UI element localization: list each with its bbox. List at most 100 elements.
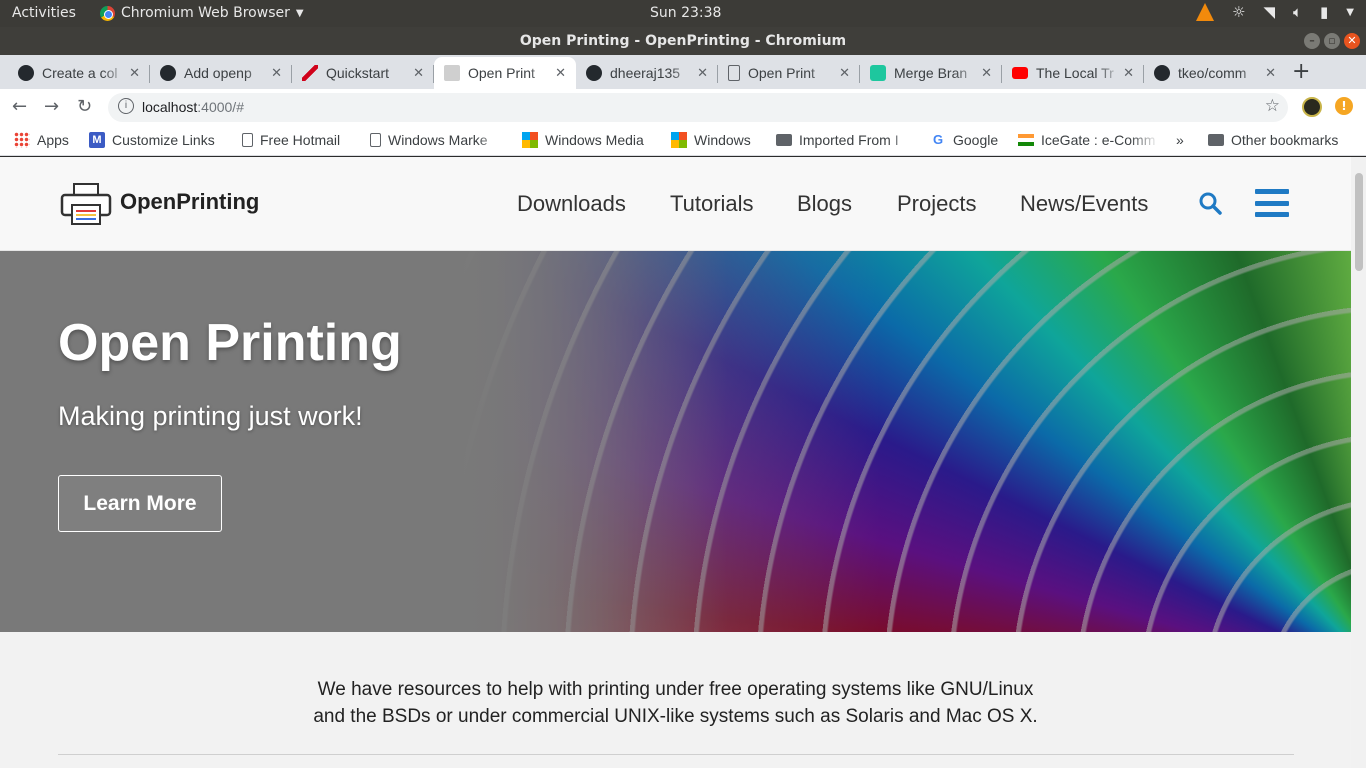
address-bar[interactable]: i localhost:4000/# ☆	[108, 93, 1288, 122]
b-icon	[870, 65, 886, 81]
minimize-button[interactable]: –	[1304, 33, 1320, 49]
vlc-icon[interactable]	[1196, 3, 1215, 21]
bookmark-star-icon[interactable]: ☆	[1265, 96, 1280, 116]
tab-dheeraj135[interactable]: dheeraj135 ✕	[576, 57, 718, 89]
url-text[interactable]: localhost:4000/#	[142, 99, 244, 115]
tab-strip: Create a col ✕ Add openp ✕ Quickstart ✕ …	[0, 55, 1366, 89]
folder-icon	[1208, 134, 1224, 146]
app-menu[interactable]: Chromium Web Browser ▼	[100, 5, 304, 21]
tab-label: dheeraj135	[610, 65, 681, 81]
tab-open-printing-active[interactable]: Open Print ✕	[434, 57, 576, 89]
site-navbar: OpenPrinting Downloads Tutorials Blogs P…	[0, 157, 1351, 251]
new-tab-button[interactable]: +	[1292, 59, 1310, 84]
nav-tutorials[interactable]: Tutorials	[670, 191, 754, 217]
page-icon	[728, 65, 740, 81]
close-tab-icon[interactable]: ✕	[981, 65, 992, 81]
bookmark-windows-media[interactable]: Windows Media	[522, 132, 644, 148]
hamburger-menu-icon[interactable]	[1255, 189, 1289, 217]
profile-avatar[interactable]	[1302, 97, 1322, 117]
close-tab-icon[interactable]: ✕	[271, 65, 282, 81]
github-icon	[160, 65, 176, 81]
tab-label: Merge Bran	[894, 65, 968, 81]
chromium-icon	[100, 5, 115, 21]
caret-down-icon: ▼	[295, 7, 304, 19]
tab-the-local[interactable]: The Local Tr ✕	[1002, 57, 1144, 89]
nav-news-events[interactable]: News/Events	[1020, 191, 1148, 217]
bookmarks-overflow-button[interactable]: »	[1176, 132, 1184, 148]
system-top-bar: Activities Chromium Web Browser ▼ Sun 23…	[0, 0, 1366, 27]
apps-grid-icon	[14, 132, 30, 148]
printer-icon	[444, 65, 460, 81]
bookmark-windows-marketplace[interactable]: Windows Marke	[370, 132, 506, 148]
tab-open-printing-2[interactable]: Open Print ✕	[718, 57, 860, 89]
activities-button[interactable]: Activities	[12, 5, 76, 21]
nav-blogs[interactable]: Blogs	[797, 191, 852, 217]
other-bookmarks-folder[interactable]: Other bookmarks	[1208, 132, 1338, 148]
tab-merge-branch[interactable]: Merge Bran ✕	[860, 57, 1002, 89]
update-alert-icon[interactable]: !	[1335, 97, 1353, 115]
close-tab-icon[interactable]: ✕	[697, 65, 708, 81]
github-icon	[18, 65, 34, 81]
browser-toolbar: ← → ↻ i localhost:4000/# ☆ !	[0, 89, 1366, 126]
close-window-button[interactable]: ✕	[1344, 33, 1360, 49]
bookmark-free-hotmail[interactable]: Free Hotmail	[242, 132, 340, 148]
hero-banner: Open Printing Making printing just work!…	[0, 251, 1351, 632]
tab-tkeo-comm[interactable]: tkeo/comm ✕	[1144, 57, 1286, 89]
tab-label: Open Print	[748, 65, 815, 81]
system-tray[interactable]: ☼ ◥ 🔈︎ ▮ ▼	[1196, 3, 1354, 21]
printer-logo-icon[interactable]	[60, 183, 112, 225]
site-info-icon[interactable]: i	[118, 98, 134, 114]
tab-label: tkeo/comm	[1178, 65, 1247, 81]
web-page: OpenPrinting Downloads Tutorials Blogs P…	[0, 157, 1351, 768]
bookmark-icegate[interactable]: IceGate : e-Comm	[1018, 132, 1159, 148]
wifi-icon[interactable]: ◥	[1263, 3, 1275, 21]
tab-label: Quickstart	[326, 65, 390, 81]
close-tab-icon[interactable]: ✕	[839, 65, 850, 81]
tab-label: Open Print	[468, 65, 535, 81]
close-tab-icon[interactable]: ✕	[129, 65, 140, 81]
tab-quickstart[interactable]: Quickstart ✕	[292, 57, 434, 89]
system-menu-caret-icon[interactable]: ▼	[1346, 7, 1354, 18]
github-icon	[1154, 65, 1170, 81]
tab-label: Add openp	[184, 65, 252, 81]
scrollbar-thumb[interactable]	[1355, 173, 1363, 271]
learn-more-button[interactable]: Learn More	[58, 475, 222, 532]
reload-button[interactable]: ↻	[77, 96, 92, 117]
google-icon: G	[932, 132, 944, 147]
window-title: Open Printing - OpenPrinting - Chromium	[519, 33, 847, 49]
nav-projects[interactable]: Projects	[897, 191, 976, 217]
section-divider	[58, 754, 1294, 755]
m-icon: M	[89, 132, 105, 148]
battery-icon[interactable]: ▮	[1320, 3, 1328, 21]
close-tab-icon[interactable]: ✕	[1123, 65, 1134, 81]
system-clock[interactable]: Sun 23:38	[650, 5, 721, 21]
bookmark-google[interactable]: G Google	[930, 132, 998, 148]
tab-create-a-col[interactable]: Create a col ✕	[8, 57, 150, 89]
tab-label: Create a col	[42, 65, 118, 81]
close-tab-icon[interactable]: ✕	[555, 65, 566, 81]
windows-icon	[522, 132, 538, 148]
india-flag-icon	[1018, 134, 1034, 146]
nav-downloads[interactable]: Downloads	[517, 191, 626, 217]
bookmark-apps[interactable]: Apps	[14, 132, 69, 148]
maximize-button[interactable]: ▫	[1324, 33, 1340, 49]
window-title-bar: Open Printing - OpenPrinting - Chromium …	[0, 27, 1366, 55]
bookmark-windows[interactable]: Windows	[671, 132, 751, 148]
close-tab-icon[interactable]: ✕	[413, 65, 424, 81]
page-icon	[242, 133, 253, 147]
hero-subtitle: Making printing just work!	[58, 401, 363, 431]
intro-section: We have resources to help with printing …	[0, 632, 1351, 768]
app-menu-label: Chromium Web Browser	[121, 5, 290, 21]
volume-icon[interactable]: 🔈︎	[1293, 3, 1302, 21]
site-brand[interactable]: OpenPrinting	[120, 189, 259, 215]
page-scrollbar[interactable]	[1351, 157, 1366, 768]
windows-icon	[671, 132, 687, 148]
forward-button[interactable]: →	[44, 96, 59, 117]
back-button[interactable]: ←	[12, 96, 27, 117]
bookmark-customize-links[interactable]: M Customize Links	[89, 132, 215, 148]
close-tab-icon[interactable]: ✕	[1265, 65, 1276, 81]
tab-add-openp[interactable]: Add openp ✕	[150, 57, 292, 89]
bookmark-imported-folder[interactable]: Imported From I	[776, 132, 917, 148]
brightness-icon[interactable]: ☼	[1232, 3, 1245, 21]
search-icon[interactable]	[1198, 191, 1222, 215]
